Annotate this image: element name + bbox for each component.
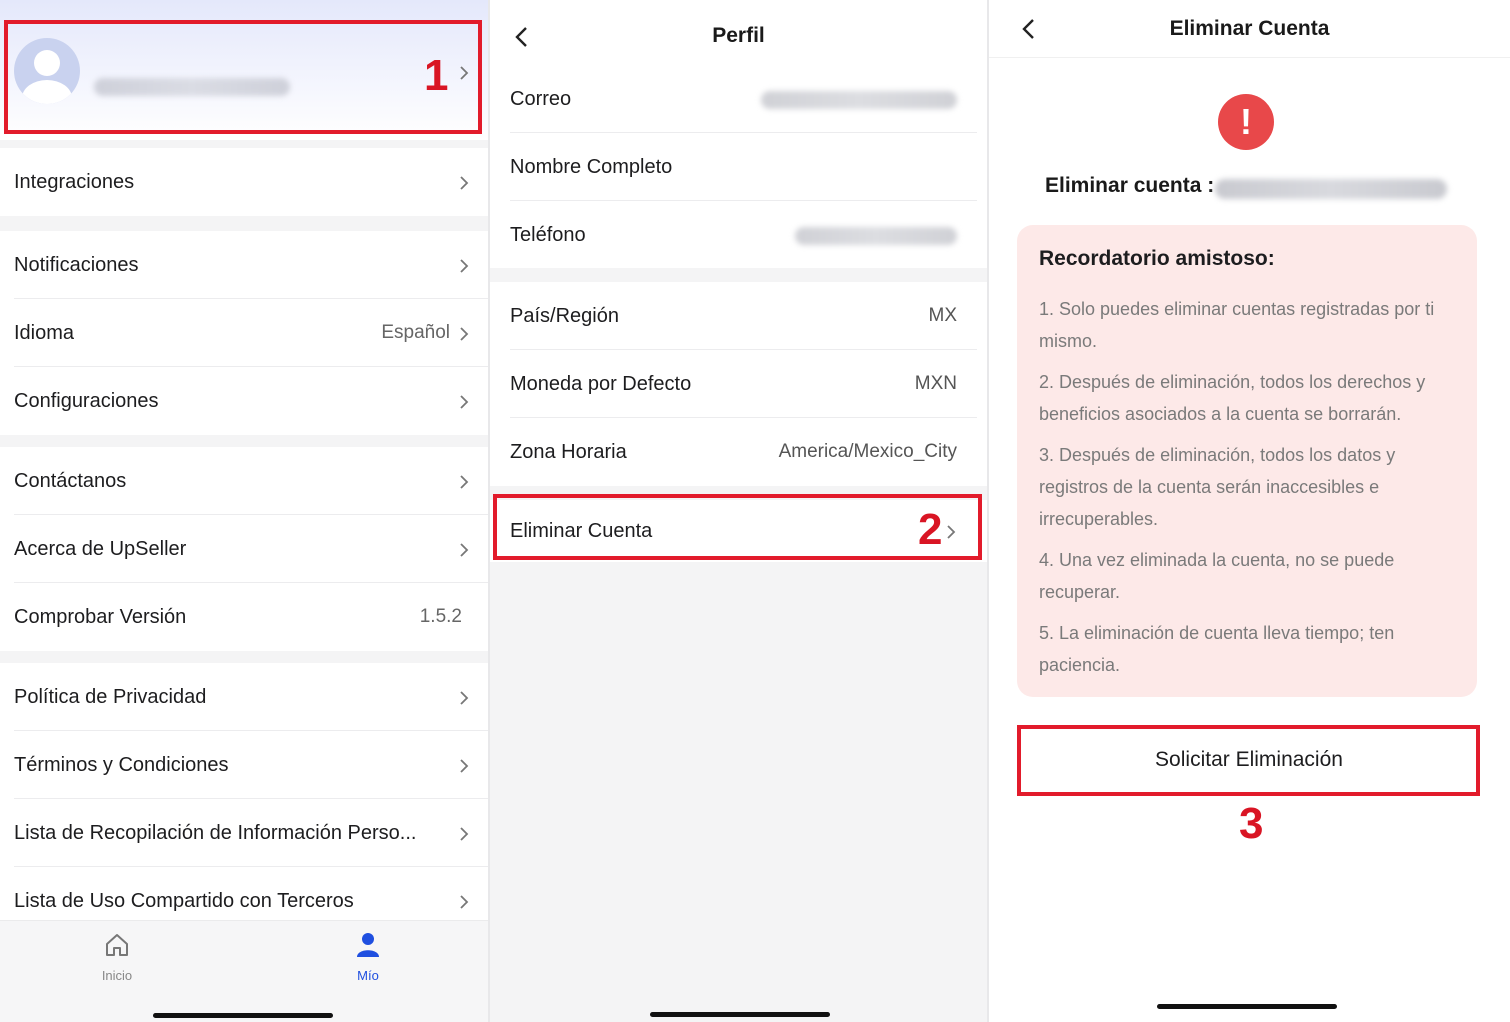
- delete-heading: Eliminar cuenta :: [1045, 174, 1215, 197]
- reminder-item: 5. La eliminación de cuenta lleva tiempo…: [1039, 623, 1395, 675]
- menu-item-label: Configuraciones: [14, 390, 159, 412]
- menu-item-label: Lista de Recopilación de Información Per…: [14, 822, 417, 844]
- menu-item-label: Idioma: [14, 322, 75, 344]
- reminder-item: 3. Después de eliminación, todos los dat…: [1039, 445, 1396, 529]
- reminder-item: 4. Una vez eliminada la cuenta, no se pu…: [1039, 550, 1395, 602]
- tab-bar: Inicio Mío: [0, 920, 488, 1022]
- row-value: MX: [928, 305, 958, 326]
- step-number-1: 1: [424, 51, 449, 100]
- page-title: Perfil: [712, 24, 765, 47]
- menu-item[interactable]: Lista de Recopilación de Información Per…: [0, 799, 488, 867]
- menu-item[interactable]: Política de Privacidad: [0, 663, 488, 731]
- blurred-email: [761, 91, 957, 109]
- home-icon: [103, 934, 131, 963]
- person-icon: [354, 933, 382, 963]
- tab-home-label: Inicio: [101, 968, 133, 983]
- home-indicator: [1157, 1004, 1337, 1009]
- chevron-right-icon: [458, 259, 470, 273]
- step-number-3: 3: [1239, 799, 1264, 848]
- menu-item[interactable]: Contáctanos: [0, 447, 488, 515]
- reminder-item: 2. Después de eliminación, todos los der…: [1039, 372, 1426, 424]
- tab-mine-label: Mío: [357, 968, 379, 983]
- chevron-right-icon: [458, 759, 470, 773]
- profile-screen: Perfil Correo Nombre Completo Teléfono P…: [490, 0, 987, 1022]
- row-correo[interactable]: Correo: [510, 65, 977, 133]
- reminder-title: Recordatorio amistoso:: [1039, 247, 1275, 270]
- blurred-phone: [795, 227, 957, 245]
- annotation-box-1: [4, 20, 482, 134]
- menu-item-label: Términos y Condiciones: [14, 754, 229, 776]
- chevron-right-icon: [458, 827, 470, 841]
- menu-item[interactable]: Configuraciones: [0, 367, 488, 435]
- menu-group: Política de Privacidad Términos y Condici…: [0, 663, 488, 935]
- row-moneda[interactable]: Moneda por Defecto MXN: [510, 350, 977, 418]
- reminder-card: Recordatorio amistoso: 1. Solo puedes el…: [1017, 225, 1477, 697]
- menu-group: Contáctanos Acerca de UpSeller Comprobar V…: [0, 447, 488, 651]
- chevron-right-icon: [458, 543, 470, 557]
- row-label: Teléfono: [510, 224, 586, 246]
- row-value: MXN: [914, 373, 957, 394]
- annotation-box-2: [493, 494, 982, 560]
- annotation-box-3: [1017, 725, 1480, 796]
- tab-home[interactable]: Inicio: [77, 931, 157, 983]
- home-indicator: [153, 1013, 333, 1018]
- menu-item-value: Español: [381, 322, 450, 343]
- blurred-email: [1215, 179, 1447, 199]
- menu-group: Integraciones: [0, 148, 488, 216]
- row-telefono[interactable]: Teléfono: [510, 201, 977, 269]
- row-label: Zona Horaria: [510, 441, 627, 463]
- menu-group: Notificaciones Idioma Español Configuracion…: [0, 231, 488, 435]
- menu-item-label: Notificaciones: [14, 254, 139, 276]
- menu-item-label: Política de Privacidad: [14, 686, 207, 708]
- row-nombre[interactable]: Nombre Completo: [510, 133, 977, 201]
- menu-item[interactable]: Acerca de UpSeller: [0, 515, 488, 583]
- page-title: Eliminar Cuenta: [1169, 17, 1330, 40]
- chevron-right-icon: [458, 895, 470, 909]
- reminder-item: 1. Solo puedes eliminar cuentas registra…: [1039, 299, 1435, 351]
- home-indicator: [650, 1012, 830, 1017]
- step-number-2: 2: [918, 505, 943, 554]
- row-label: Correo: [510, 88, 572, 110]
- row-label: Nombre Completo: [510, 156, 673, 178]
- menu-item-label: Contáctanos: [14, 470, 127, 492]
- tab-mine[interactable]: Mío: [328, 931, 408, 983]
- chevron-right-icon: [458, 327, 470, 341]
- alert-icon: !: [1218, 94, 1274, 150]
- menu-item[interactable]: Integraciones: [0, 148, 488, 216]
- menu-item-label: Integraciones: [14, 171, 135, 193]
- chevron-right-icon: [458, 691, 470, 705]
- menu-item-label: Acerca de UpSeller: [14, 538, 187, 560]
- row-label: País/Región: [510, 305, 619, 327]
- menu-item-label: Comprobar Versión: [14, 606, 187, 628]
- chevron-right-icon: [458, 176, 470, 190]
- menu-item[interactable]: Idioma Español: [0, 299, 488, 367]
- chevron-right-icon: [458, 395, 470, 409]
- menu-item[interactable]: Comprobar Versión 1.5.2: [0, 583, 488, 651]
- row-pais[interactable]: País/Región MX: [510, 282, 977, 350]
- row-value: America/Mexico_City: [778, 441, 957, 462]
- chevron-right-icon: [458, 475, 470, 489]
- row-zona[interactable]: Zona Horaria America/Mexico_City: [510, 418, 977, 486]
- menu-item[interactable]: Términos y Condiciones: [0, 731, 488, 799]
- menu-item-value: 1.5.2: [419, 606, 462, 627]
- mine-screen: 1 Integraciones Notificaciones Idioma Españ…: [0, 0, 488, 1022]
- row-label: Moneda por Defecto: [510, 373, 692, 395]
- delete-account-screen: Eliminar Cuenta ! Eliminar cuenta : Reco…: [989, 0, 1510, 1022]
- menu-item[interactable]: Notificaciones: [0, 231, 488, 299]
